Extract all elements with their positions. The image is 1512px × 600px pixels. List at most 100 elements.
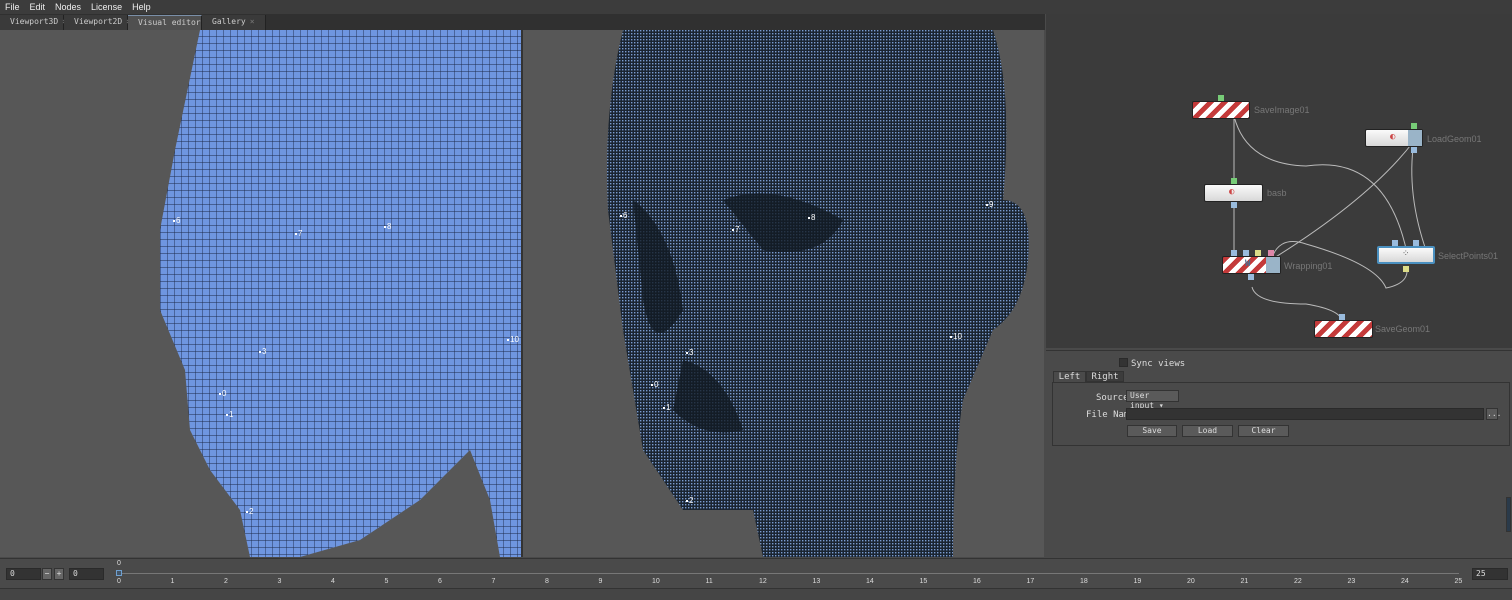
load-button[interactable]: Load [1182,425,1233,437]
menu-help[interactable]: Help [127,0,156,14]
landmark-label: 8 [808,213,815,222]
node-loadgeom01[interactable]: ◐ [1365,129,1423,147]
landmark-label: 7 [295,229,302,238]
node-selectpoints01[interactable]: ⁘ [1377,246,1435,264]
points-icon: ⁘ [1402,249,1410,259]
timeline-tick-label: 6 [438,578,442,585]
output-port[interactable] [1248,274,1254,280]
timeline-tick-label: 1 [170,578,175,585]
node-saveimage01[interactable] [1192,101,1250,119]
timeline-tick-label: 13 [812,578,821,585]
source-label: Source [1096,393,1129,403]
timeline-tick-label: 24 [1401,578,1409,585]
viewport-left[interactable]: 6 7 8 3 0 1 2 10 [0,30,521,557]
landmark-label: 0 [651,380,658,389]
scrollbar[interactable] [1506,497,1511,532]
timeline-track[interactable] [119,573,1459,574]
landmark-label: 3 [259,347,266,356]
increment-button[interactable]: + [54,568,64,580]
timeline-tick-label: 17 [1026,578,1035,585]
output-port[interactable] [1403,266,1409,272]
tab-viewport3d[interactable]: Viewport3D× [0,15,67,30]
timeline-tick-label: 21 [1240,578,1249,585]
input-port[interactable] [1339,314,1345,320]
input-port[interactable] [1268,250,1274,256]
timeline-tick-label: 16 [973,578,981,585]
timeline-tick-label: 12 [759,578,767,585]
file-name-input[interactable] [1126,408,1484,420]
landmark-label: 10 [950,332,962,341]
node-label: SaveImage01 [1254,105,1310,115]
landmark-label: 3 [686,348,693,357]
timeline-tick-label: 19 [1133,578,1142,585]
current-frame-input[interactable]: 0 [69,568,104,580]
tab-label: Gallery [212,17,246,26]
landmark-label: 6 [620,211,627,220]
output-port[interactable] [1231,202,1237,208]
menu-edit[interactable]: Edit [25,0,51,14]
decrement-button[interactable]: − [42,568,52,580]
tab-right[interactable]: Right [1086,371,1124,382]
node-label: Wrapping01 [1284,261,1333,271]
end-frame-input[interactable]: 25 [1472,568,1508,580]
timeline-tick-label: 4 [331,578,335,585]
timeline-tick-label: 20 [1187,578,1195,585]
output-port[interactable] [1411,147,1417,153]
playhead-handle[interactable] [116,570,122,576]
scan-face-render [607,30,1029,557]
landmark-label: 6 [173,216,180,225]
start-frame-input[interactable]: 0 [6,568,41,580]
sync-views-checkbox[interactable] [1119,358,1128,367]
viewport-right[interactable]: 6 7 8 9 3 0 1 2 10 [523,30,1044,557]
menu-bar: File Edit Nodes License Help [0,0,1512,14]
node-graph[interactable]: SaveImage01 ◐ LoadGeom01 ◐ basb W Wrappi… [1046,14,1512,348]
timeline-tick-label: 22 [1294,578,1302,585]
mesh-face-render [160,30,521,557]
wrap-icon: W [1245,259,1251,269]
menu-file[interactable]: File [0,0,25,14]
landmark-label: 9 [986,200,993,209]
clear-button[interactable]: Clear [1238,425,1289,437]
input-port[interactable] [1231,250,1237,256]
timeline-tick-label: 3 [277,578,282,585]
timeline-tick-label: 2 [224,578,228,585]
timeline-tick-label: 18 [1080,578,1088,585]
input-port[interactable] [1231,178,1237,184]
input-port[interactable] [1411,123,1417,129]
node-label: SelectPoints01 [1438,251,1499,261]
node-wrapping01[interactable]: W [1222,256,1281,274]
node-savegeom01[interactable] [1314,320,1373,338]
source-dropdown[interactable]: User input ▾ [1126,390,1179,410]
input-port[interactable] [1243,250,1249,256]
current-frame-marker: 0 [117,560,121,567]
tab-gallery[interactable]: Gallery × [202,15,266,30]
input-port[interactable] [1413,240,1419,246]
landmark-label: 0 [219,389,226,398]
browse-button[interactable]: ... [1486,408,1501,420]
timeline-tick-label: 7 [491,578,496,585]
save-button[interactable]: Save [1127,425,1177,437]
timeline-tick-label: 14 [866,578,874,585]
close-icon[interactable]: × [250,17,255,26]
landmark-label: 2 [246,507,253,516]
tab-viewport2d[interactable]: Viewport2D× [64,15,131,30]
timeline: 0 − + 0 0 0 1 2 3 4 5 6 7 8 9 10 11 12 13 14 15 16 17 18 19… [0,558,1512,588]
landmark-label: 8 [384,222,391,231]
properties-panel: Sync views Left Right Source User input … [1046,350,1512,557]
menu-nodes[interactable]: Nodes [50,0,86,14]
timeline-tick-label: 0 [117,578,121,585]
tab-visual-editor[interactable]: Visual editor× [128,15,209,30]
tab-label: Visual editor [138,18,201,27]
node-basb[interactable]: ◐ [1204,184,1263,202]
timeline-tick-label: 15 [919,578,928,585]
menu-license[interactable]: License [86,0,127,14]
input-port[interactable] [1218,95,1224,101]
input-port[interactable] [1255,250,1261,256]
node-label: SaveGeom01 [1375,324,1431,334]
tab-label: Viewport3D [10,17,59,26]
input-port[interactable] [1392,240,1398,246]
landmark-label: 1 [663,403,670,412]
timeline-tick-label: 9 [598,578,603,585]
landmark-label: 7 [732,225,739,234]
landmark-label: 2 [686,496,693,505]
